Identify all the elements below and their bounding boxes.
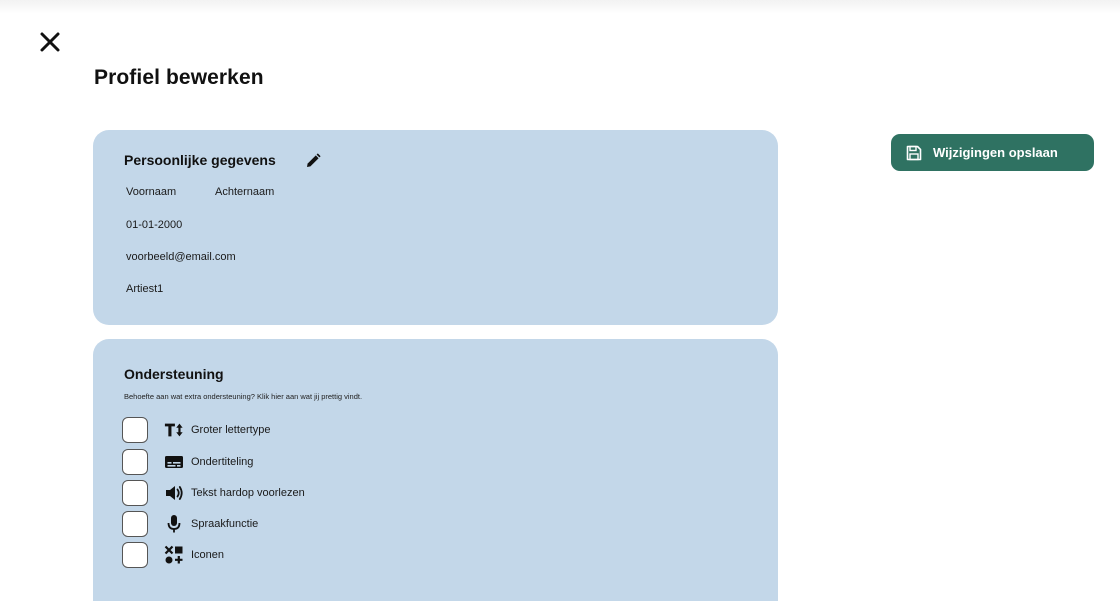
option-subtitles[interactable]: Ondertiteling xyxy=(122,449,442,475)
option-larger-font[interactable]: Groter lettertype xyxy=(122,417,442,443)
close-button[interactable] xyxy=(38,30,64,56)
option-read-aloud[interactable]: Tekst hardop voorlezen xyxy=(122,480,442,506)
top-shadow xyxy=(0,0,1120,14)
larger-font-label: Groter lettertype xyxy=(191,424,271,436)
icons-label: Iconen xyxy=(191,549,225,561)
save-icon xyxy=(906,145,922,160)
save-changes-button[interactable]: Wijzigingen opslaan xyxy=(891,134,1094,171)
save-button-label: Wijzigingen opslaan xyxy=(933,145,1058,160)
subtitles-label: Ondertiteling xyxy=(191,456,254,468)
read-aloud-label: Tekst hardop voorlezen xyxy=(191,487,305,499)
pencil-icon xyxy=(307,153,321,167)
larger-font-checkbox[interactable] xyxy=(122,417,148,443)
edit-personal-info-button[interactable] xyxy=(304,152,322,170)
email-field[interactable]: voorbeeld@email.com xyxy=(126,251,236,263)
personal-info-card: Persoonlijke gegevens Voornaam Achternaa… xyxy=(93,130,778,325)
personal-info-heading: Persoonlijke gegevens xyxy=(124,152,276,168)
support-heading: Ondersteuning xyxy=(124,366,224,382)
page-title: Profiel bewerken xyxy=(94,66,264,89)
option-speech[interactable]: Spraakfunctie xyxy=(122,511,442,537)
read-aloud-checkbox[interactable] xyxy=(122,480,148,506)
icons-icon xyxy=(164,545,184,565)
text-size-icon xyxy=(164,420,184,440)
subtitles-checkbox[interactable] xyxy=(122,449,148,475)
last-name-field[interactable]: Achternaam xyxy=(215,186,274,198)
icons-checkbox[interactable] xyxy=(122,542,148,568)
option-icons[interactable]: Iconen xyxy=(122,542,442,568)
speech-checkbox[interactable] xyxy=(122,511,148,537)
subtitles-icon xyxy=(164,452,184,472)
close-icon xyxy=(40,32,60,52)
support-card: Ondersteuning Behoefte aan wat extra ond… xyxy=(93,339,778,601)
first-name-field[interactable]: Voornaam xyxy=(126,186,176,198)
microphone-icon xyxy=(164,514,184,534)
speaker-icon xyxy=(164,483,184,503)
support-description: Behoefte aan wat extra ondersteuning? Kl… xyxy=(124,392,363,401)
birthdate-field[interactable]: 01-01-2000 xyxy=(126,219,182,231)
speech-label: Spraakfunctie xyxy=(191,518,259,530)
username-field[interactable]: Artiest1 xyxy=(126,283,163,295)
